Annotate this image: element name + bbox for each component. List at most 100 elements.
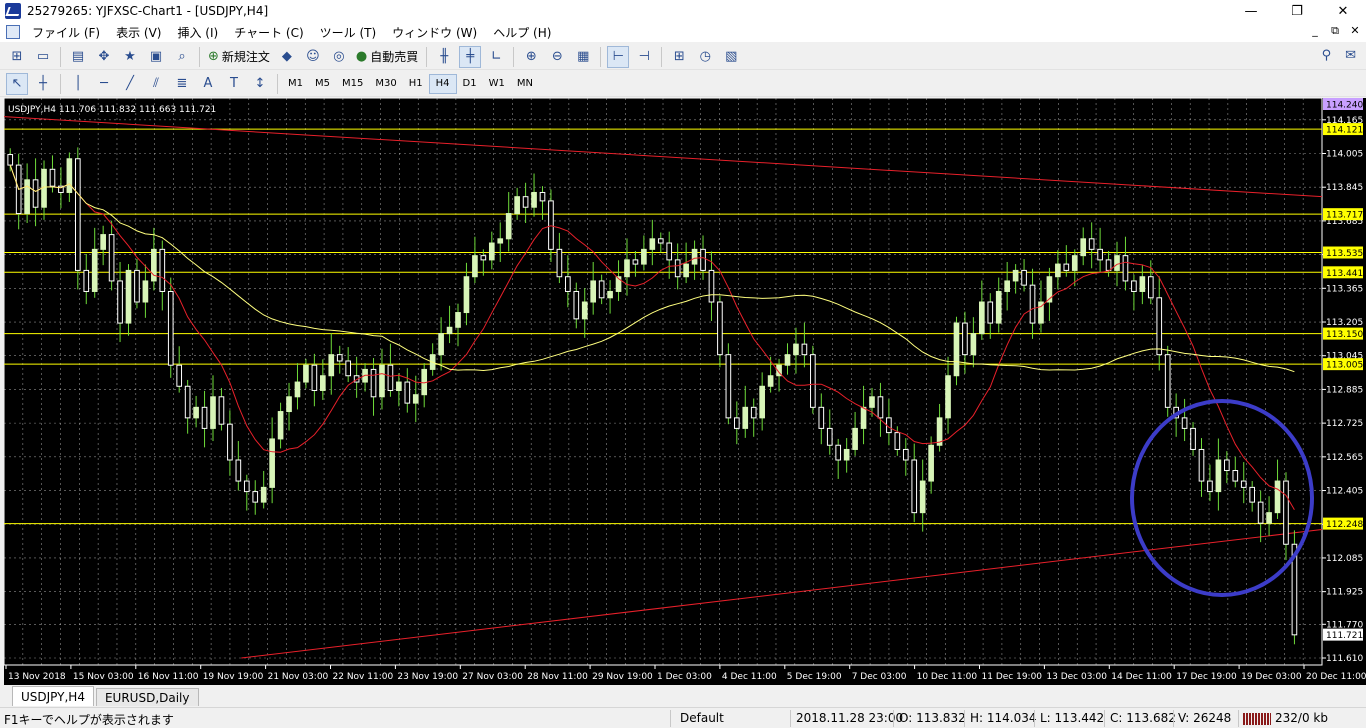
candle-body (74, 158, 81, 271)
vertical-line-icon[interactable]: │ (67, 73, 89, 95)
chart-shift-icon[interactable]: ⊣ (633, 46, 655, 68)
candle-body (657, 238, 664, 244)
candle-body (1097, 248, 1103, 261)
tile-windows-icon[interactable]: ▦ (572, 46, 594, 68)
chat-icon[interactable]: ✉ (1345, 48, 1356, 63)
menu-tools[interactable]: ツール (T) (312, 24, 385, 41)
candle-body (1249, 486, 1256, 503)
timeframe-m15[interactable]: M15 (336, 74, 369, 94)
auto-scroll-icon[interactable]: ⊢ (607, 45, 630, 68)
candle-body (565, 276, 571, 292)
timeframe-mn[interactable]: MN (511, 74, 539, 94)
timeframe-d1[interactable]: D1 (457, 74, 483, 94)
metaeditor-icon[interactable]: ◆ (276, 46, 298, 68)
candle-body (1240, 480, 1247, 488)
text-icon[interactable]: A (197, 73, 219, 95)
bar-chart-icon[interactable]: ╫ (433, 46, 455, 68)
price-chart[interactable]: USDJPY,H4 111.706 111.832 111.663 111.72… (4, 98, 1366, 685)
timeframe-w1[interactable]: W1 (483, 74, 511, 94)
trendline-icon[interactable]: ╱ (119, 73, 141, 95)
tab-eurusd-daily[interactable]: EURUSD,Daily (95, 688, 199, 706)
cursor-icon[interactable]: ↖ (6, 72, 28, 95)
window-controls: — ❐ ✕ (1228, 0, 1366, 22)
line-chart-icon[interactable]: ∟ (485, 46, 507, 68)
close-button[interactable]: ✕ (1320, 0, 1366, 22)
navigator-icon[interactable]: ★ (119, 46, 141, 68)
mdi-minimize-button[interactable]: _ (1308, 24, 1322, 38)
signals-icon[interactable]: ☺ (302, 46, 324, 68)
candle-body (624, 259, 630, 278)
x-tick-label: 15 Nov 03:00 (73, 672, 134, 682)
profiles-icon[interactable]: ▭ (32, 46, 54, 68)
zoom-out-icon[interactable]: ⊖ (546, 46, 568, 68)
zoom-in-icon[interactable]: ⊕ (520, 46, 542, 68)
status-bar: F1キーでヘルプが表示されます Default 2018.11.28 23:00… (0, 707, 1366, 728)
data-window-icon[interactable]: ✥ (93, 46, 115, 68)
candle-body (320, 375, 326, 391)
candle-body (581, 301, 588, 320)
mdi-controls: _ ⧉ ✕ (1308, 24, 1362, 38)
menu-insert[interactable]: 挿入 (I) (169, 24, 226, 41)
x-tick-label: 19 Dec 03:00 (1241, 672, 1302, 682)
candle-body (970, 333, 977, 356)
timeframe-m30[interactable]: M30 (369, 74, 402, 94)
candle-body (184, 385, 191, 419)
menu-file[interactable]: ファイル (F) (24, 24, 108, 41)
status-low: L: 113.442 (1040, 711, 1105, 725)
status-divider (670, 710, 671, 727)
candle-body (1207, 480, 1213, 493)
timeframe-m1[interactable]: M1 (282, 74, 309, 94)
candle-body (818, 406, 825, 429)
candle-body (1224, 459, 1230, 472)
candle-body (32, 179, 39, 208)
maximize-button[interactable]: ❐ (1274, 0, 1320, 22)
x-tick-label: 7 Dec 03:00 (852, 672, 907, 682)
status-divider (790, 710, 791, 727)
equidistant-channel-icon[interactable]: ⫽ (145, 73, 167, 95)
y-tick-label: 113.205 (1326, 318, 1363, 328)
timeframe-h4[interactable]: H4 (428, 73, 457, 94)
mdi-close-button[interactable]: ✕ (1348, 24, 1362, 38)
menu-chart[interactable]: チャート (C) (226, 24, 311, 41)
periods-icon[interactable]: ◷ (694, 46, 716, 68)
candlestick-chart-icon[interactable]: ╪ (459, 45, 482, 68)
toolbar-separator (661, 46, 663, 67)
strategy-tester-icon[interactable]: ⌕ (171, 46, 193, 68)
arrows-icon[interactable]: ↕ (249, 73, 271, 95)
search-icon[interactable]: ⚲ (1322, 48, 1332, 63)
menu-help[interactable]: ヘルプ (H) (485, 24, 559, 41)
candle-body (902, 448, 909, 461)
new-order-button[interactable]: ⊕ 新規注文 (204, 48, 274, 65)
status-profile: Default (680, 711, 724, 725)
fibonacci-icon[interactable]: ≣ (171, 73, 193, 95)
candle-body (835, 444, 842, 461)
chart-window[interactable]: USDJPY,H4 111.706 111.832 111.663 111.72… (4, 98, 1366, 685)
indicators-icon[interactable]: ⊞ (668, 46, 690, 68)
candle-body (725, 354, 732, 419)
y-tick-label: 113.365 (1326, 284, 1363, 294)
tab-usdjpy-h4[interactable]: USDJPY,H4 (12, 686, 94, 706)
terminal-icon[interactable]: ▣ (145, 46, 167, 68)
price-tag-label: 113.005 (1326, 361, 1363, 371)
chart-tabs: USDJPY,H4 EURUSD,Daily (0, 686, 1366, 706)
text-label-icon[interactable]: T (223, 73, 245, 95)
timeframe-m5[interactable]: M5 (309, 74, 336, 94)
crosshair-icon[interactable]: ┼ (32, 73, 54, 95)
timeframe-h1[interactable]: H1 (403, 74, 429, 94)
x-tick-label: 5 Dec 19:00 (787, 672, 842, 682)
status-divider (1173, 710, 1174, 727)
candle-body (1071, 255, 1078, 271)
new-chart-icon[interactable]: ⊞ (6, 46, 28, 68)
auto-trading-button[interactable]: ● 自動売買 (352, 48, 422, 65)
candle-body (801, 343, 808, 356)
market-icon[interactable]: ◎ (328, 46, 350, 68)
candle-body (674, 259, 681, 278)
menu-view[interactable]: 表示 (V) (108, 24, 169, 41)
horizontal-line-icon[interactable]: ─ (93, 73, 115, 95)
templates-icon[interactable]: ▧ (720, 46, 742, 68)
market-watch-icon[interactable]: ▤ (67, 46, 89, 68)
minimize-button[interactable]: — (1228, 0, 1274, 22)
menu-window[interactable]: ウィンドウ (W) (384, 24, 485, 41)
mdi-restore-button[interactable]: ⧉ (1328, 24, 1342, 38)
chart-window-icon[interactable] (6, 25, 20, 39)
